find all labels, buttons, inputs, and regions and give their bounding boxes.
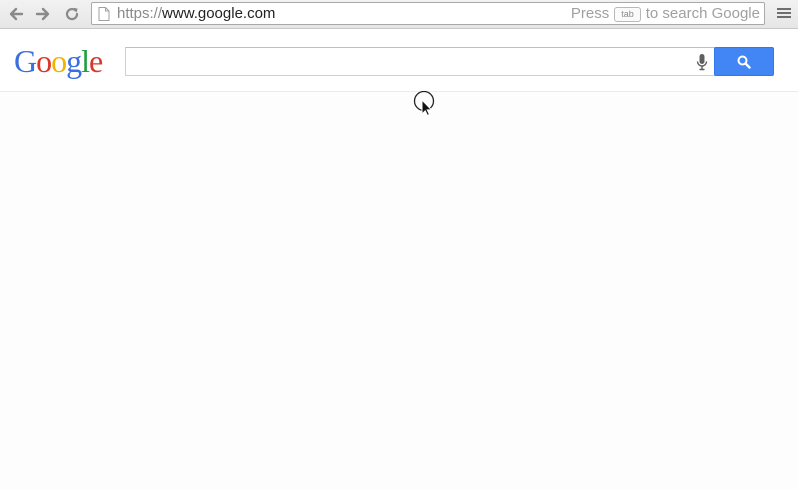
url-host: www.google.com <box>162 5 276 22</box>
address-bar[interactable]: https://www.google.com Press tab to sear… <box>91 2 765 25</box>
back-arrow-icon <box>9 7 24 21</box>
url-scheme: https:// <box>117 5 163 22</box>
reload-button[interactable] <box>62 4 82 24</box>
pointer-icon <box>413 90 435 117</box>
browser-toolbar: https://www.google.com Press tab to sear… <box>0 0 798 29</box>
logo-letter-e: e <box>89 43 103 79</box>
hint-prefix: Press <box>570 5 610 22</box>
reload-icon <box>65 7 79 21</box>
mouse-cursor <box>413 90 435 118</box>
menu-icon <box>776 8 792 18</box>
chrome-menu-button[interactable] <box>776 6 792 22</box>
microphone-icon <box>696 54 708 71</box>
logo-letter-g2: g <box>66 43 82 79</box>
google-header: Google <box>0 29 798 92</box>
tab-key-badge: tab <box>614 6 641 22</box>
logo-letter-o1: o <box>36 43 52 79</box>
url-text[interactable]: https://www.google.com <box>117 5 275 23</box>
search-box[interactable] <box>125 47 715 76</box>
magnifier-icon <box>737 55 751 69</box>
search-button[interactable] <box>714 47 774 76</box>
hint-suffix: to search Google <box>645 5 760 22</box>
search-input[interactable] <box>132 51 686 73</box>
voice-search-button[interactable] <box>696 53 708 76</box>
page-icon <box>98 7 110 21</box>
google-logo[interactable]: Google <box>14 43 103 79</box>
logo-letter-g: G <box>14 43 37 79</box>
tab-to-search-hint: Press tab to search Google <box>571 5 760 23</box>
forward-arrow-icon <box>35 7 50 21</box>
forward-button[interactable] <box>33 4 53 24</box>
logo-letter-o2: o <box>51 43 67 79</box>
logo-letter-l: l <box>81 43 90 79</box>
back-button[interactable] <box>6 4 26 24</box>
